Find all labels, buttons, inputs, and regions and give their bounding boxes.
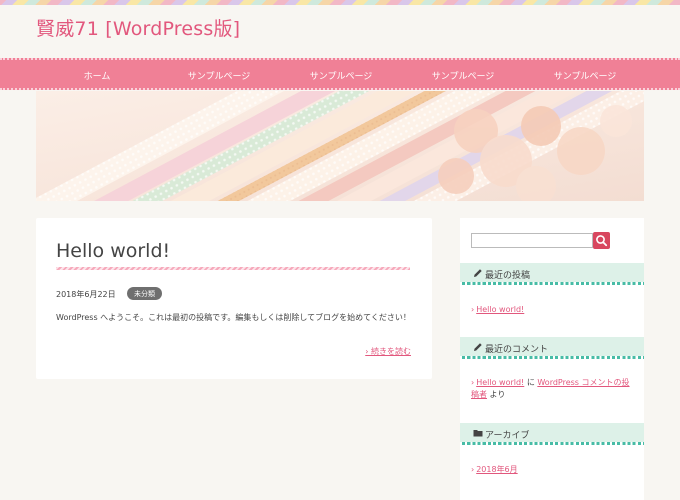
recent-comment-item: › Hello world! に WordPress コメントの投稿者 より [471,377,631,401]
read-more-link[interactable]: › 続きを読む [365,346,411,357]
top-decorative-stripe [0,0,680,5]
header-image [36,91,644,201]
post-title-divider [56,267,410,270]
widget-header-recent-comments: 最近のコメント [460,337,644,359]
chevron-right-icon: › [471,465,475,474]
widget-header-archives: アーカイブ [460,423,644,445]
widget-header-recent-posts: 最近の投稿 [460,263,644,285]
nav-item-sample-1[interactable]: サンプルページ [158,69,280,82]
widget-title-recent-comments: 最近のコメント [485,345,549,355]
category-badge[interactable]: 未分類 [127,287,162,300]
chevron-right-icon: › [471,305,475,314]
post-title[interactable]: Hello world! [56,240,170,262]
site-title[interactable]: 賢威71 [WordPress版] [36,14,240,41]
search-icon [596,235,608,247]
widget-title-recent-posts: 最近の投稿 [485,271,531,281]
pencil-icon [474,269,482,277]
folder-icon [473,430,483,437]
pencil-icon [474,343,482,351]
recent-post-link[interactable]: › Hello world! [471,304,524,316]
nav-item-sample-4[interactable]: サンプルページ [524,69,646,82]
widget-title-archives: アーカイブ [485,431,530,441]
post-excerpt: WordPress へようこそ。これは最初の投稿です。編集もしくは削除してブログ… [56,313,411,322]
global-nav: ホーム サンプルページ サンプルページ サンプルページ サンプルページ [0,58,680,90]
post-date: 2018年6月22日 [56,290,116,299]
search-input[interactable] [471,233,593,248]
recent-post-title: Hello world! [476,305,525,314]
chevron-right-icon: › [471,378,475,387]
nav-item-sample-3[interactable]: サンプルページ [402,69,524,82]
search-button[interactable] [593,232,610,249]
post-card: Hello world! 2018年6月22日 未分類 WordPress へよ… [36,218,432,379]
comment-suffix: より [489,390,506,399]
comment-connector: に [526,378,535,387]
comment-post-link[interactable]: Hello world! [476,378,524,387]
nav-item-home[interactable]: ホーム [36,69,158,82]
lace-image [36,91,644,201]
sidebar: 最近の投稿 › Hello world! 最近のコメント › Hello world… [460,218,644,500]
nav-item-sample-2[interactable]: サンプルページ [280,69,402,82]
archive-link[interactable]: › 2018年6月 [471,464,518,476]
read-more-label: 続きを読む [371,347,411,356]
archive-label: 2018年6月 [476,465,518,474]
